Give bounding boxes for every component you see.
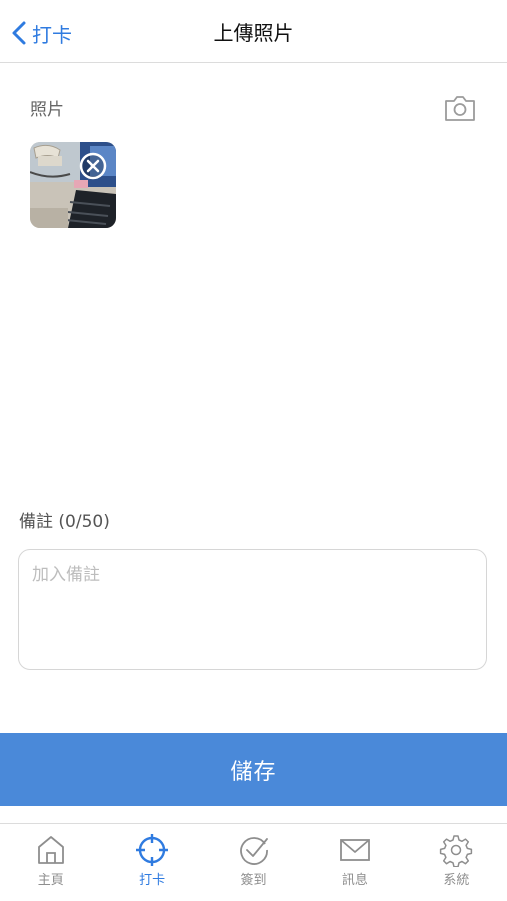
- tab-label: 主頁: [37, 873, 64, 888]
- note-label: 備註 (0/50): [19, 512, 110, 532]
- save-button[interactable]: 儲存: [0, 733, 507, 806]
- check-circle-icon: [239, 837, 268, 865]
- tab-home[interactable]: 主頁: [0, 824, 101, 901]
- page-title: 上傳照片: [213, 21, 294, 45]
- tab-label: 訊息: [341, 873, 368, 888]
- tab-label: 打卡: [139, 873, 166, 888]
- tab-system[interactable]: 系統: [406, 824, 507, 901]
- tab-label: 系統: [443, 873, 470, 888]
- photo-section-label: 照片: [30, 100, 64, 120]
- tab-messages[interactable]: 訊息: [304, 824, 405, 901]
- gear-icon: [440, 835, 473, 867]
- home-icon: [37, 836, 64, 864]
- note-input[interactable]: [18, 549, 487, 670]
- tab-checkin[interactable]: 簽到: [203, 824, 304, 901]
- navigation-bar: 打卡 上傳照片: [0, 0, 507, 63]
- camera-icon[interactable]: [443, 93, 477, 123]
- mail-icon: [340, 839, 370, 861]
- remove-circle-icon[interactable]: [78, 151, 108, 181]
- tab-bar: 主頁 打卡 簽到 訊息 系統: [0, 823, 507, 901]
- tab-punch[interactable]: 打卡: [101, 824, 202, 901]
- crosshair-icon: [136, 834, 169, 866]
- tab-label: 簽到: [240, 873, 267, 888]
